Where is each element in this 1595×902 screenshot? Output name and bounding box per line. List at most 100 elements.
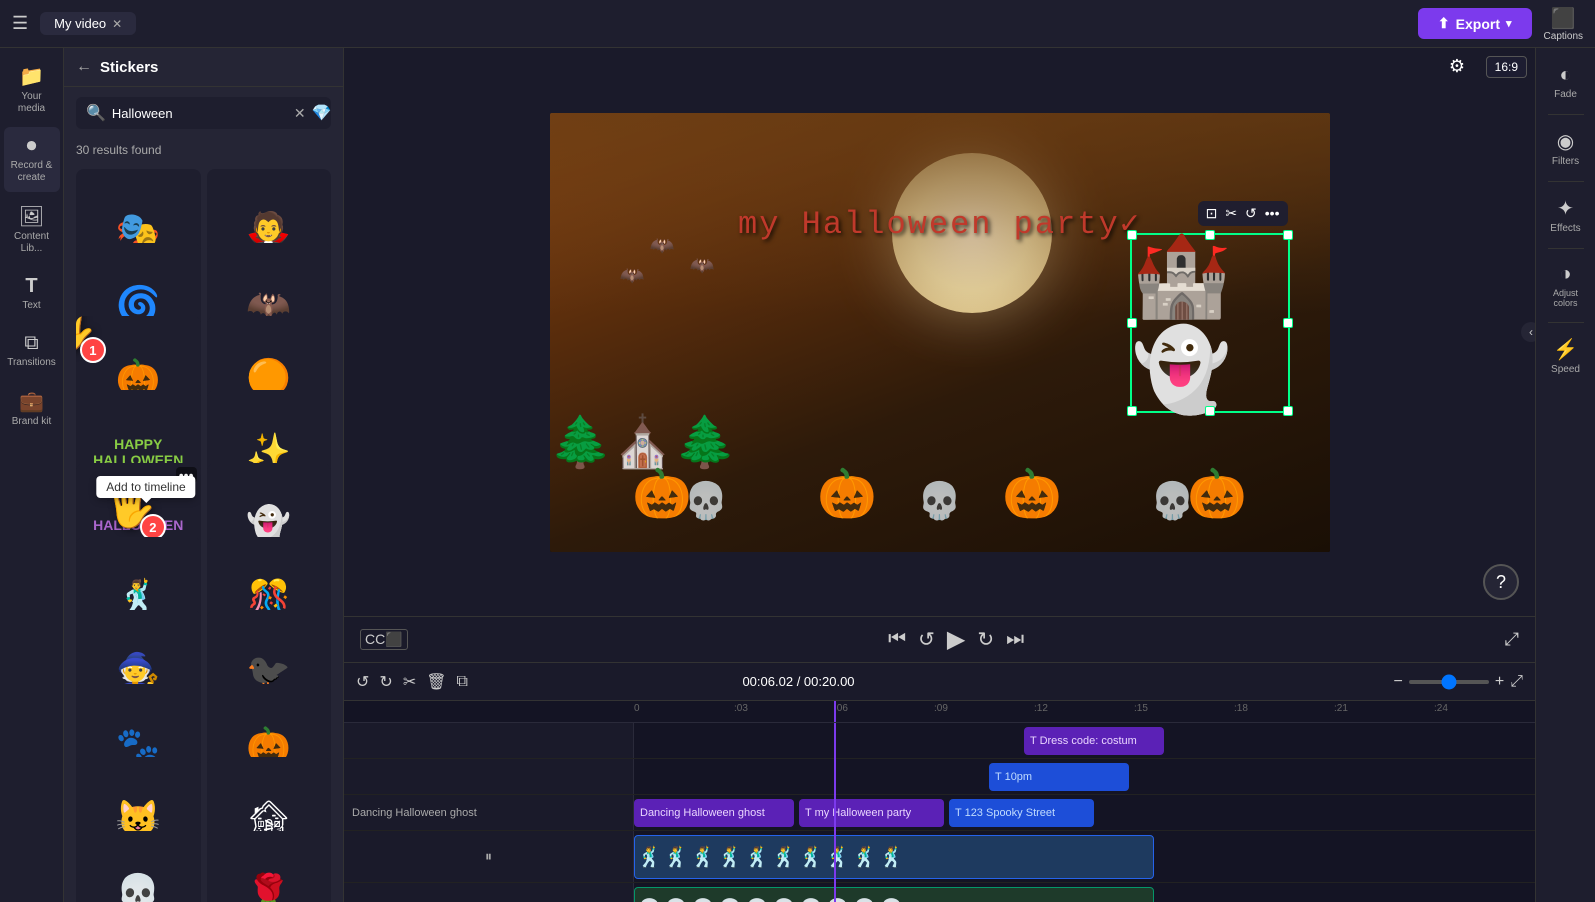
adjust-colors-label: Adjust colors	[1544, 288, 1588, 308]
sel-crop-button[interactable]: ⊡	[1206, 205, 1218, 222]
handle-top-left[interactable]	[1127, 230, 1137, 240]
ruler-mark-03: :03	[734, 703, 748, 714]
halloween-title[interactable]: my Halloween party✓	[738, 203, 1141, 243]
content-lib-icon: 🖼	[19, 204, 44, 229]
timeline-redo-button[interactable]: ↻	[379, 672, 392, 692]
right-item-adjust-colors[interactable]: ◑ Adjust colors	[1540, 255, 1592, 316]
clip-dress-code[interactable]: T Dress code: costum	[1024, 727, 1164, 755]
panel-back-button[interactable]: ←	[76, 58, 92, 76]
right-item-filters[interactable]: ◉ Filters	[1540, 121, 1592, 175]
search-clear-button[interactable]: ✕	[294, 105, 306, 122]
handle-mid-right[interactable]	[1283, 318, 1293, 328]
ruler-mark-09: :09	[934, 703, 948, 714]
effects-icon: ✦	[1557, 196, 1574, 221]
timeline-undo-button[interactable]: ↺	[356, 672, 369, 692]
tab-close-icon[interactable]: ✕	[112, 17, 122, 31]
play-button[interactable]: ▶	[947, 625, 965, 654]
timeline-copy-button[interactable]: ⧉	[457, 673, 468, 691]
zoom-in-button[interactable]: +	[1495, 673, 1504, 691]
clip-123-spooky-street[interactable]: T 123 Spooky Street	[949, 799, 1094, 827]
sidebar-item-record[interactable]: ⏺ Record &create	[4, 127, 60, 192]
track-content-text-top: T Dress code: costum	[634, 723, 1535, 758]
clip-my-halloween-party[interactable]: T my Halloween party	[799, 799, 944, 827]
sidebar-item-brand-kit[interactable]: 💼 Brand kit	[4, 381, 60, 436]
video-frame-icon: 💀	[772, 897, 797, 902]
divider	[1548, 114, 1584, 115]
canvas-area: 🦇 🦇 🦇 🌲⛪🌲 my Halloween party✓ 🎃 🎃	[344, 48, 1535, 662]
divider	[1548, 181, 1584, 182]
cursor-step1: 🖐 1	[76, 316, 96, 353]
track-video-1: ⏸ 🕺 🕺 🕺 🕺 🕺 🕺 🕺 🕺 🕺	[344, 831, 1535, 883]
handle-top-right[interactable]	[1283, 230, 1293, 240]
sel-more-button[interactable]: •••	[1265, 205, 1280, 221]
handle-bottom-mid[interactable]	[1205, 406, 1215, 416]
right-item-fade[interactable]: ◐ Fade	[1540, 56, 1592, 108]
video-strip-2[interactable]: 💀 💀 💀 💀 💀 💀 💀 💀 💀 💀	[634, 887, 1154, 902]
handle-bottom-right[interactable]	[1283, 406, 1293, 416]
zoom-slider[interactable]	[1409, 680, 1489, 684]
sidebar-item-content-lib[interactable]: 🖼 Content Lib...	[4, 196, 60, 263]
clip-10pm[interactable]: T 10pm	[989, 763, 1129, 791]
fwd5-button[interactable]: ↻	[977, 627, 994, 652]
cc-button[interactable]: CC⬛	[360, 629, 408, 650]
sidebar-label-brand-kit: Brand kit	[12, 416, 51, 428]
sel-cut-button[interactable]: ✂	[1225, 205, 1237, 222]
canvas-settings-button[interactable]: ⚙	[1449, 56, 1465, 77]
sidebar-label-content-lib: Content Lib...	[8, 231, 56, 255]
video-frame-icon: 🕺	[691, 845, 716, 870]
selection-content: 🏰👻	[1132, 235, 1288, 411]
step1-badge: 1	[80, 337, 106, 363]
track-content-video-1: 🕺 🕺 🕺 🕺 🕺 🕺 🕺 🕺 🕺 🕺	[634, 831, 1535, 882]
handle-mid-left[interactable]	[1127, 318, 1137, 328]
right-item-speed[interactable]: ⚡ Speed	[1540, 329, 1592, 383]
handle-bottom-left[interactable]	[1127, 406, 1137, 416]
video-frame-icon: 💀	[637, 897, 662, 902]
track-label-video-1: ⏸	[344, 831, 634, 882]
export-icon: ⬆	[1438, 15, 1450, 32]
transitions-icon: ⧉	[24, 332, 38, 355]
clip-dancing-halloween-ghost[interactable]: Dancing Halloween ghost	[634, 799, 794, 827]
sel-rotate-button[interactable]: ↺	[1245, 205, 1257, 222]
sticker-item[interactable]: 💀	[76, 831, 201, 902]
skip-fwd-button[interactable]: ⏭	[1006, 628, 1024, 651]
fullscreen-button[interactable]: ⤢	[1505, 629, 1519, 650]
speed-icon: ⚡	[1553, 337, 1578, 362]
topbar: ☰ My video ✕ ⬆ Export ▾ ⬛ Captions	[0, 0, 1595, 48]
help-button[interactable]: ?	[1483, 564, 1519, 600]
project-tab[interactable]: My video ✕	[40, 12, 136, 35]
timeline-delete-button[interactable]: 🗑	[426, 672, 446, 692]
sidebar-label-record: Record &create	[11, 160, 53, 184]
timeline-toolbar: ↺ ↻ ✂ 🗑 ⧉ 00:06.02 / 00:20.00 − + ⤢	[344, 663, 1535, 701]
timeline-cut-button[interactable]: ✂	[403, 672, 416, 692]
aspect-ratio-button[interactable]: 16:9	[1486, 56, 1527, 78]
clip-label: T 10pm	[995, 771, 1032, 783]
sidebar-item-text[interactable]: T Text	[4, 267, 60, 320]
sticker-item[interactable]: 🌹	[207, 831, 332, 902]
back5-button[interactable]: ↺	[918, 627, 935, 652]
export-label: Export	[1456, 16, 1500, 32]
left-sidebar: 📁 Your media ⏺ Record &create 🖼 Content …	[0, 48, 64, 902]
video-strip-1[interactable]: 🕺 🕺 🕺 🕺 🕺 🕺 🕺 🕺 🕺 🕺	[634, 835, 1154, 879]
sidebar-item-your-media[interactable]: 📁 Your media	[4, 56, 60, 123]
track-label-10pm	[344, 759, 634, 794]
track-content-text-main: Dancing Halloween ghost T my Halloween p…	[634, 795, 1535, 830]
clip-label: T Dress code: costum	[1030, 735, 1137, 747]
menu-icon[interactable]: ☰	[12, 13, 28, 34]
handle-top-mid[interactable]	[1205, 230, 1215, 240]
time-separator: /	[797, 674, 804, 689]
sidebar-item-transitions[interactable]: ⧉ Transitions	[4, 324, 60, 377]
center-area: 🦇 🦇 🦇 🌲⛪🌲 my Halloween party✓ 🎃 🎃	[344, 48, 1535, 902]
collapse-panel-button[interactable]: ‹	[1521, 322, 1535, 342]
zoom-out-button[interactable]: −	[1394, 673, 1403, 691]
captions-button[interactable]: ⬛ Captions	[1544, 6, 1583, 42]
right-item-effects[interactable]: ✦ Effects	[1540, 188, 1592, 242]
selection-box[interactable]: ⊡ ✂ ↺ ••• 🏰👻	[1130, 233, 1290, 413]
timeline-expand-button[interactable]: ⤢	[1510, 673, 1523, 691]
ruler-mark-0: 0	[634, 703, 640, 714]
sticker-dots-menu[interactable]: •••	[176, 467, 197, 483]
export-button[interactable]: ⬆ Export ▾	[1418, 8, 1532, 39]
search-input[interactable]	[112, 106, 288, 121]
ruler-mark-15: :15	[1134, 703, 1148, 714]
skip-back-button[interactable]: ⏮	[888, 628, 906, 651]
video-controls: CC⬛ ⏮ ↺ ▶ ↻ ⏭ ⤢	[344, 616, 1535, 662]
